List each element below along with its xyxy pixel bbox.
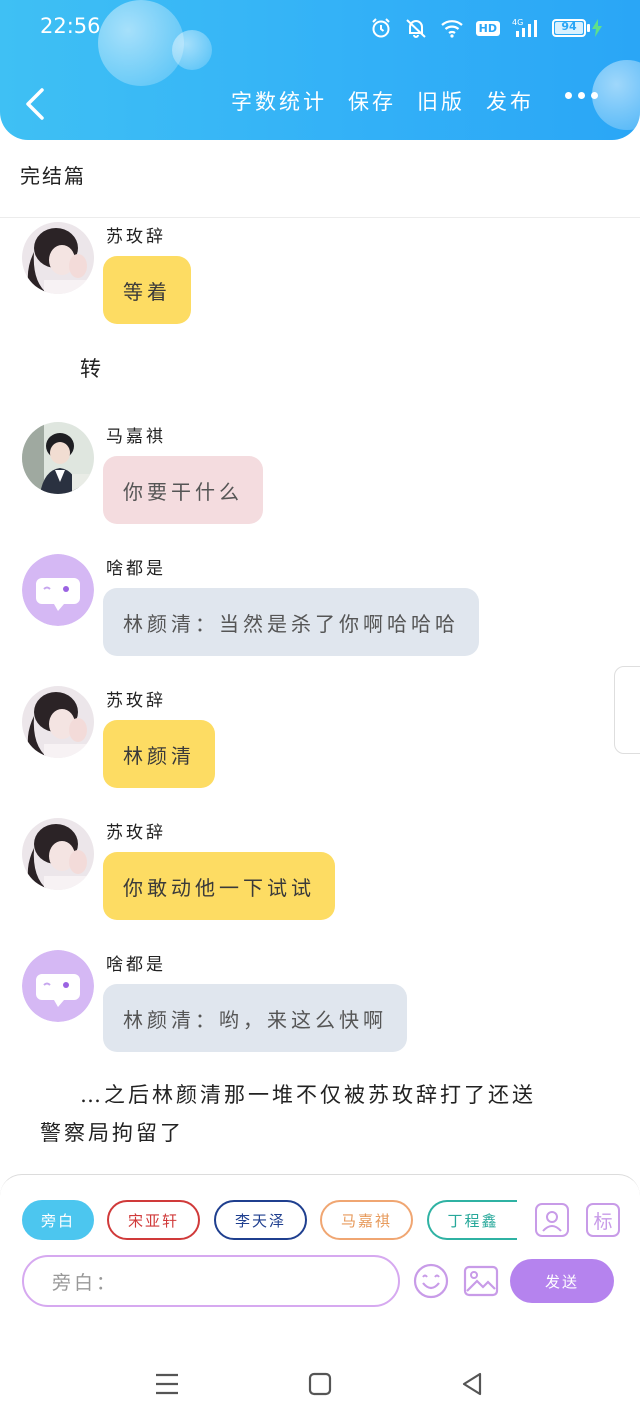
message-input[interactable]: 旁白： (22, 1255, 400, 1307)
narration-paragraph[interactable]: …之后林颜清那一堆不仅被苏玫辞打了还送 警察局拘留了 (40, 1076, 610, 1152)
person-card-icon[interactable] (535, 1203, 569, 1237)
decor-bubble (98, 0, 184, 86)
message-bubble[interactable]: 林颜清：哟，来这么快啊 (103, 984, 407, 1052)
image-icon[interactable] (462, 1262, 500, 1300)
narration-line: …之后林颜清那一堆不仅被苏玫辞打了还送 (80, 1083, 536, 1107)
narration-line: 警察局拘留了 (40, 1121, 184, 1145)
message-bubble[interactable]: 你敢动他一下试试 (103, 852, 335, 920)
send-button[interactable]: 发送 (510, 1259, 614, 1303)
side-drawer-handle[interactable] (614, 666, 640, 754)
menu-icon[interactable] (152, 1370, 182, 1398)
alarm-icon (371, 18, 390, 38)
decor-bubble (592, 60, 640, 130)
word-count-button[interactable]: 字数统计 (231, 86, 327, 116)
role-chip[interactable]: 马嘉祺 (320, 1200, 413, 1240)
wifi-icon (440, 20, 463, 38)
message-bubble[interactable]: 林颜清 (103, 720, 215, 788)
avatar (22, 818, 94, 890)
svg-text:4G: 4G (512, 18, 523, 27)
speaker-name: 马嘉祺 (106, 427, 166, 447)
narration-text[interactable]: 转 (80, 350, 104, 388)
chapter-title[interactable]: 完结篇 (20, 160, 86, 189)
toolbar: 字数统计 保存 旧版 发布 (231, 86, 534, 116)
signal-icon: 4G (512, 18, 537, 37)
chat-bot-avatar-icon (22, 554, 94, 626)
status-time: 22:56 (40, 14, 101, 38)
save-button[interactable]: 保存 (348, 86, 396, 116)
publish-button[interactable]: 发布 (486, 86, 534, 116)
role-chip[interactable]: 丁程鑫 (427, 1200, 517, 1240)
system-nav-bar (0, 1308, 640, 1422)
avatar (22, 422, 94, 494)
message-bubble[interactable]: 林颜清：当然是杀了你啊哈哈哈 (103, 588, 479, 656)
header-bar: 22:56 HD 4G 94 字数统计 保存 旧版 发布 (0, 0, 640, 140)
mute-bell-icon (405, 19, 426, 38)
decor-bubble (172, 30, 212, 70)
speaker-name: 啥都是 (106, 955, 166, 975)
speaker-name: 啥都是 (106, 559, 166, 579)
avatar (22, 222, 94, 294)
speaker-name: 苏玫辞 (106, 823, 166, 843)
more-icon[interactable] (565, 92, 598, 99)
message-bubble[interactable]: 你要干什么 (103, 456, 263, 524)
home-square-icon[interactable] (305, 1370, 335, 1398)
role-chip[interactable]: 李天泽 (214, 1200, 307, 1240)
divider (0, 217, 640, 218)
back-chevron-icon[interactable] (20, 84, 50, 124)
battery-indicator: 94 (552, 19, 602, 37)
back-triangle-icon[interactable] (458, 1370, 488, 1398)
hd-badge: HD (475, 20, 500, 36)
message-bubble[interactable]: 等着 (103, 256, 191, 324)
speaker-name: 苏玫辞 (106, 227, 166, 247)
role-chip[interactable]: 宋亚轩 (107, 1200, 200, 1240)
role-chip-narration[interactable]: 旁白 (22, 1200, 94, 1240)
status-icons: HD 4G 94 (370, 14, 602, 42)
old-version-button[interactable]: 旧版 (417, 86, 465, 116)
charging-icon (592, 19, 602, 37)
avatar (22, 686, 94, 758)
speaker-name: 苏玫辞 (106, 691, 166, 711)
emoji-icon[interactable] (412, 1262, 450, 1300)
tag-button[interactable]: 标 (586, 1203, 620, 1237)
chat-bot-avatar-icon (22, 950, 94, 1022)
